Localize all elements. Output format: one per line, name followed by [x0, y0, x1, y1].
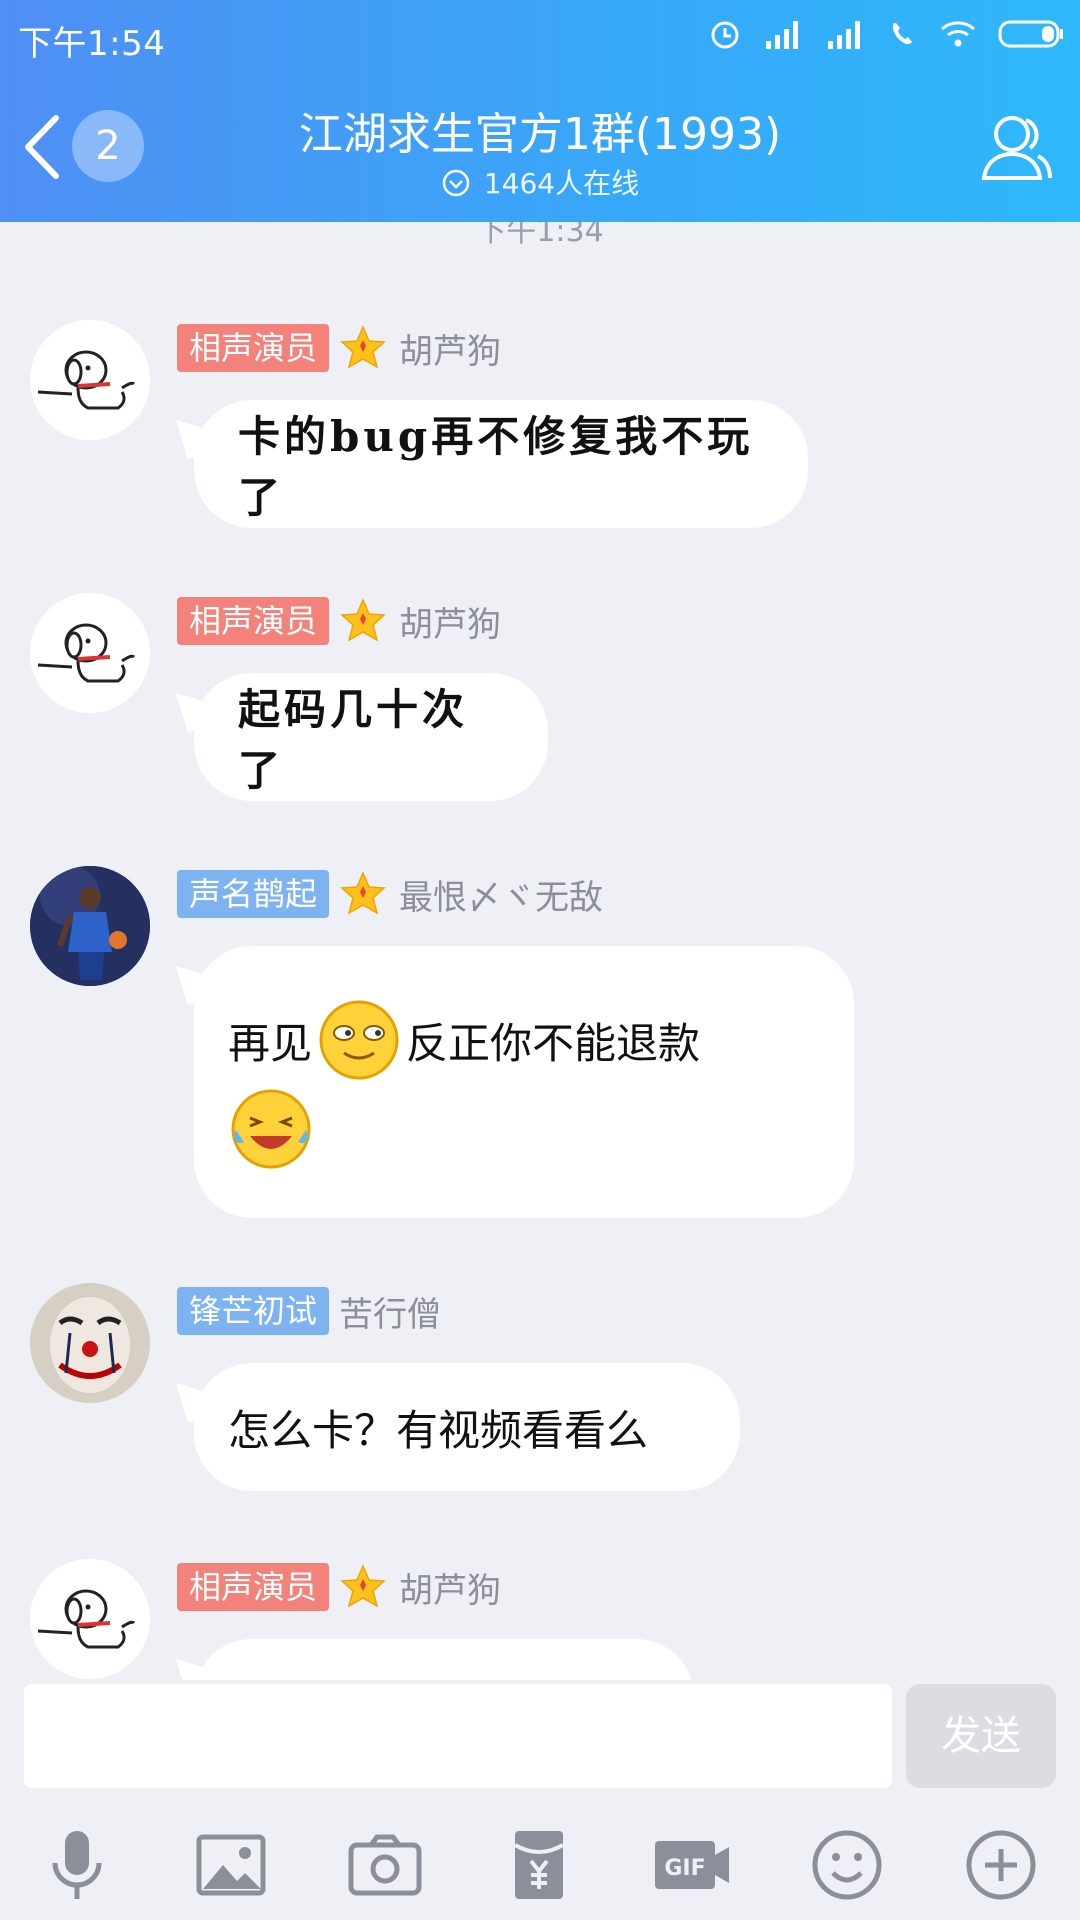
star-icon	[340, 871, 386, 915]
battery-icon	[998, 19, 1064, 53]
message-input[interactable]	[24, 1684, 892, 1788]
sender-info: 锋芒初试 苦行僧	[177, 1287, 441, 1335]
status-bar: 下午1:54	[0, 0, 1080, 72]
basketball-player-avatar-icon	[30, 866, 150, 986]
svg-text:GIF: GIF	[664, 1856, 705, 1881]
message-text: 反正你不能退款	[406, 1018, 701, 1068]
avatar[interactable]	[30, 1283, 150, 1403]
signal-icon	[764, 19, 804, 53]
star-icon	[340, 598, 386, 642]
chat-area[interactable]: 下午1:34 相声演员 胡芦狗 卡的bug再不修复我不玩了 相声演员 胡芦狗 起…	[0, 222, 1080, 1680]
star-icon	[340, 1564, 386, 1608]
online-count-label: 1464人在线	[483, 167, 640, 200]
signal-icon-2	[826, 19, 866, 53]
emoji-button[interactable]	[807, 1825, 887, 1905]
star-icon	[340, 325, 386, 369]
sender-info: 相声演员 胡芦狗	[177, 597, 501, 645]
sender-name: 苦行僧	[339, 1294, 442, 1335]
plus-circle-icon	[966, 1830, 1036, 1900]
message-bubble[interactable]: 再见 反正你不能退款	[194, 946, 854, 1218]
sender-info: 相声演员 胡芦狗	[177, 324, 501, 372]
dog-avatar-icon	[30, 320, 150, 440]
laughing-tears-emoji-icon	[231, 1089, 311, 1169]
chevron-circle-icon	[442, 169, 470, 197]
group-members-button[interactable]	[978, 108, 1056, 186]
message-bubble[interactable]: 起码几十次了	[194, 673, 548, 801]
member-title-tag: 声名鹊起	[177, 870, 330, 918]
more-button[interactable]	[961, 1825, 1041, 1905]
gif-button[interactable]: GIF	[653, 1825, 733, 1905]
sender-info: 声名鹊起 最恨〆ヾ无敌	[177, 870, 603, 918]
wifi-icon	[940, 19, 976, 53]
status-time: 下午1:54	[18, 24, 166, 64]
microphone-icon	[52, 1831, 102, 1899]
smiley-icon	[812, 1830, 882, 1900]
image-button[interactable]	[191, 1825, 271, 1905]
input-toolbar: GIF	[0, 1825, 1080, 1905]
member-title-tag: 相声演员	[177, 324, 330, 372]
alarm-icon	[708, 17, 742, 55]
chat-header: 下午1:54 2 江湖求生官方1群(1993) 1464人在线	[0, 0, 1080, 222]
member-title-tag: 相声演员	[177, 597, 330, 645]
member-title-tag: 锋芒初试	[177, 1287, 330, 1335]
avatar[interactable]	[30, 1559, 150, 1679]
group-title: 江湖求生官方1群(1993)	[298, 109, 782, 160]
camera-icon	[348, 1834, 422, 1896]
message-timestamp: 下午1:34	[476, 222, 604, 249]
message-bubble[interactable]	[194, 1639, 694, 1680]
camera-button[interactable]	[345, 1825, 425, 1905]
voice-button[interactable]	[37, 1825, 117, 1905]
avatar[interactable]	[30, 593, 150, 713]
sender-name: 胡芦狗	[399, 331, 502, 372]
dog-avatar-icon	[30, 593, 150, 713]
dog-avatar-icon	[30, 1559, 150, 1679]
sender-name: 胡芦狗	[399, 604, 502, 645]
sender-info: 相声演员 胡芦狗	[177, 1563, 501, 1611]
smirk-emoji-icon	[319, 1000, 399, 1080]
member-title-tag: 相声演员	[177, 1563, 330, 1611]
message-text: 再见	[228, 1018, 313, 1068]
call-icon	[888, 19, 918, 53]
image-icon	[196, 1834, 266, 1896]
message-bubble[interactable]: 卡的bug再不修复我不玩了	[194, 400, 808, 528]
status-icons	[708, 16, 1064, 56]
send-button[interactable]: 发送	[906, 1684, 1056, 1788]
sender-name: 胡芦狗	[399, 1570, 502, 1611]
red-packet-button[interactable]	[499, 1825, 579, 1905]
red-packet-icon	[513, 1831, 565, 1899]
avatar[interactable]	[30, 320, 150, 440]
input-bar: 发送 GIF	[0, 1680, 1080, 1920]
avatar[interactable]	[30, 866, 150, 986]
clown-face-avatar-icon	[30, 1283, 150, 1403]
members-icon	[981, 116, 1052, 180]
gif-icon: GIF	[655, 1841, 729, 1889]
sender-name: 最恨〆ヾ无敌	[399, 877, 604, 918]
online-count: 1464人在线	[0, 162, 1080, 202]
message-bubble[interactable]: 怎么卡？有视频看看么	[194, 1363, 740, 1491]
